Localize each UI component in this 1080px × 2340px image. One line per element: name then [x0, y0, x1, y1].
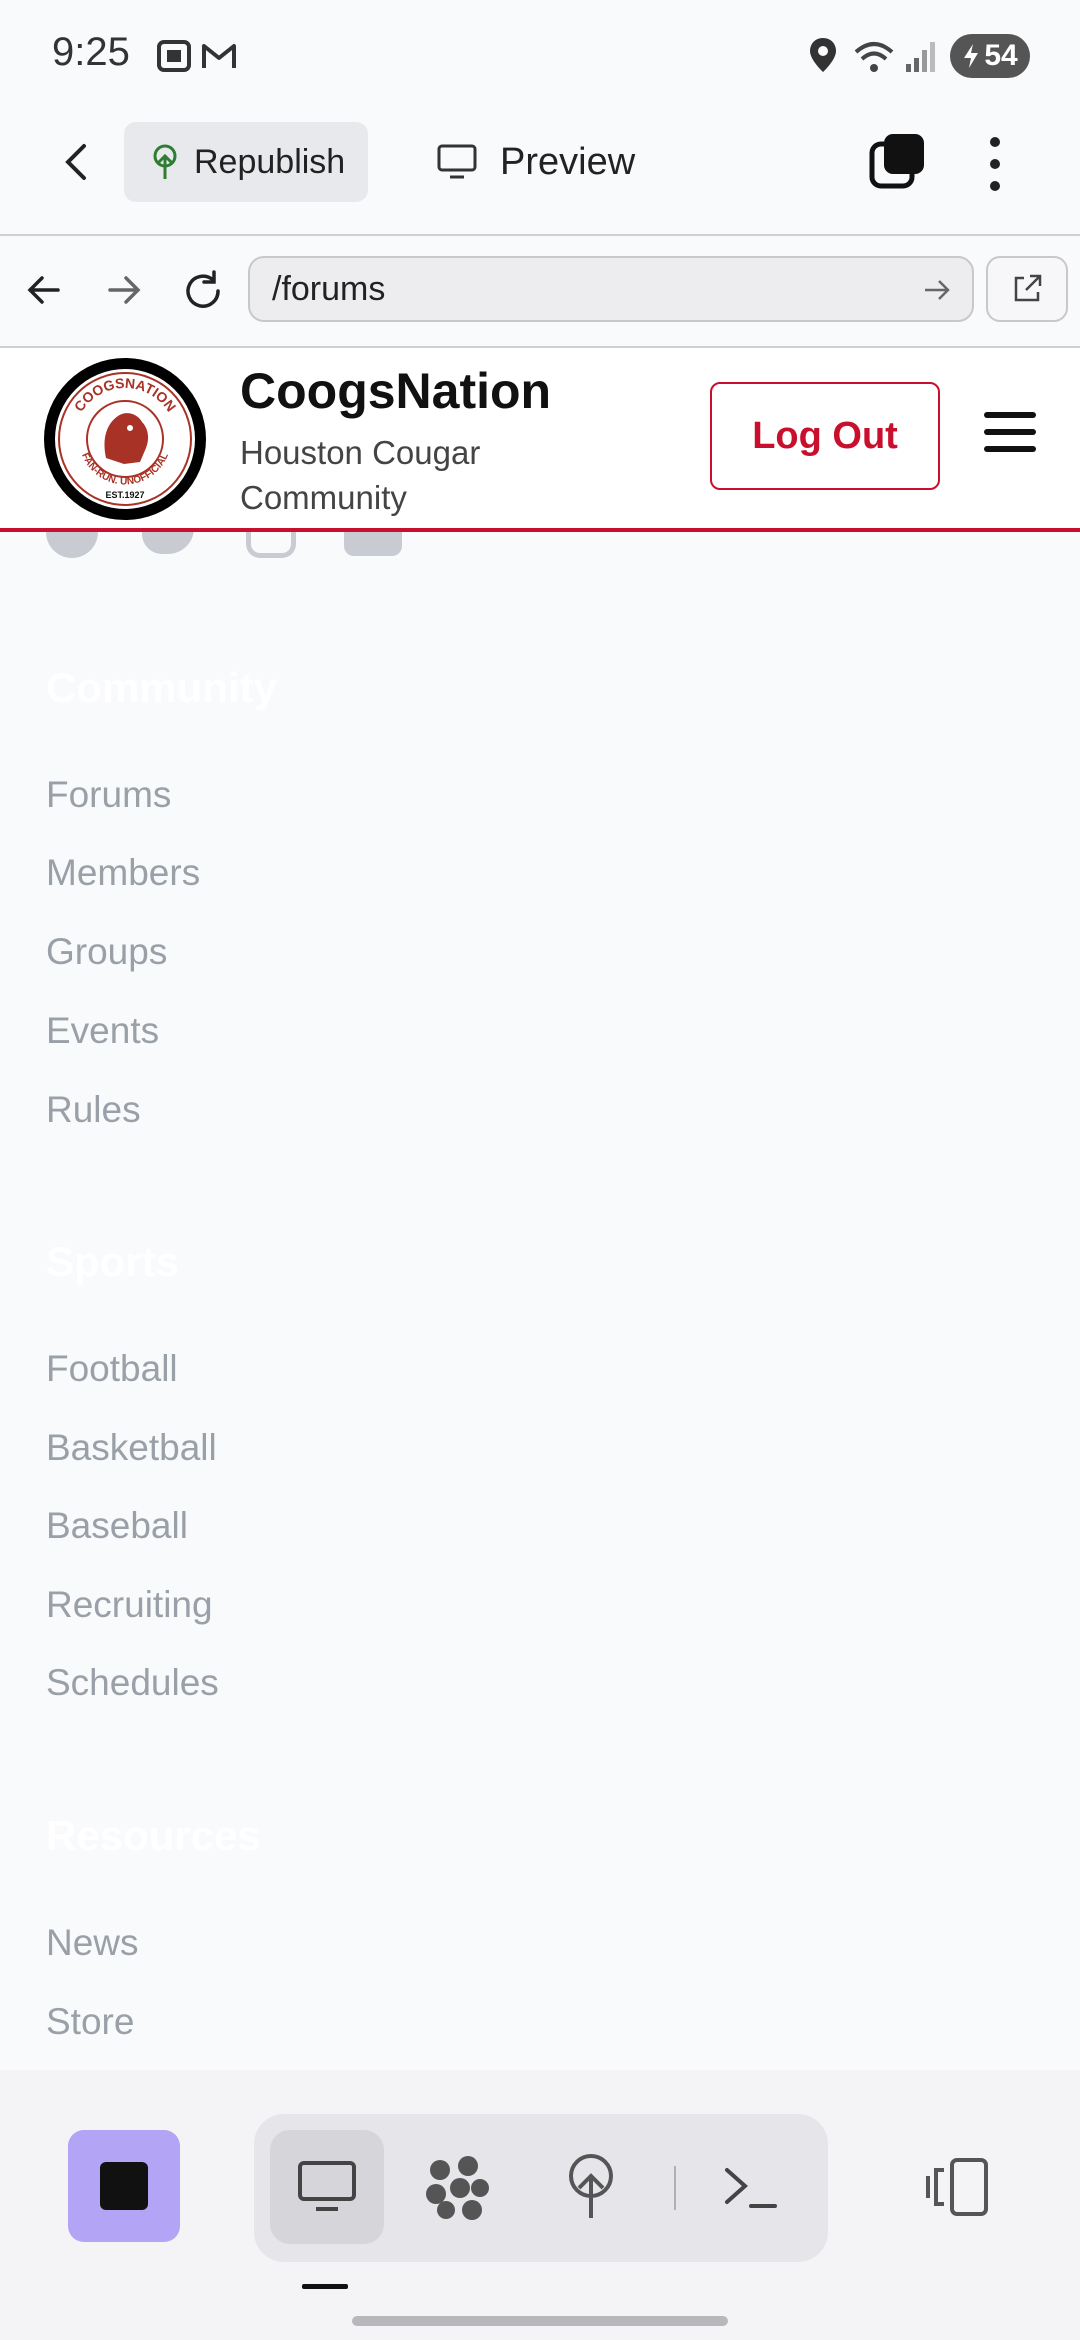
battery-level: 54: [984, 39, 1018, 72]
dock-tool-group: [254, 2114, 828, 2262]
more-vert-icon[interactable]: [980, 134, 1010, 194]
footer-link-members[interactable]: Members: [46, 852, 200, 894]
preview-button[interactable]: Preview: [436, 122, 635, 202]
publish-button[interactable]: [534, 2130, 648, 2244]
cougar-logo-icon: COOGSNATION FAN-RUN. UNOFFICIAL EST.1927: [55, 369, 195, 509]
desktop-icon: [298, 2161, 356, 2211]
antenna-publish-icon: [569, 2154, 613, 2218]
open-external-button[interactable]: [986, 256, 1068, 322]
go-arrow-icon[interactable]: [922, 276, 952, 304]
community-heading: Community: [46, 664, 277, 711]
footer-link-recruiting[interactable]: Recruiting: [46, 1584, 213, 1626]
resources-heading: Resources: [46, 1812, 261, 1859]
nav-forward-icon[interactable]: [104, 270, 144, 310]
logout-button[interactable]: Log Out: [710, 382, 940, 490]
external-link-icon: [1014, 274, 1042, 302]
footer-link-rules[interactable]: Rules: [46, 1089, 141, 1131]
gmail-icon: [202, 44, 236, 68]
browser-url-bar: /forums: [0, 236, 1080, 348]
reload-icon[interactable]: [180, 268, 226, 314]
status-time: 9:25: [52, 30, 130, 74]
site-logo[interactable]: COOGSNATION FAN-RUN. UNOFFICIAL EST.1927: [44, 358, 206, 520]
nav-back-icon[interactable]: [24, 270, 64, 310]
footer-link-news[interactable]: News: [46, 1922, 139, 1964]
footer-link-groups[interactable]: Groups: [46, 931, 167, 973]
footer-link-baseball[interactable]: Baseball: [46, 1505, 188, 1547]
charging-bolt-icon: [964, 44, 979, 68]
url-input[interactable]: /forums: [248, 256, 974, 322]
sports-heading: Sports: [46, 1238, 180, 1285]
footer-link-events[interactable]: Events: [46, 1010, 159, 1052]
home-indicator[interactable]: [352, 2316, 728, 2326]
tabs-icon[interactable]: [868, 132, 928, 192]
battery-indicator: 54: [950, 34, 1030, 78]
app-toolbar: Republish Preview: [0, 110, 1080, 236]
site-footer: Community Forums Members Groups Events R…: [0, 520, 1080, 2070]
terminal-button[interactable]: [694, 2130, 808, 2244]
footer-link-schedules[interactable]: Schedules: [46, 1662, 219, 1704]
republish-button[interactable]: Republish: [124, 122, 368, 202]
active-tab-indicator: [302, 2284, 348, 2289]
logo-est: EST.1927: [105, 490, 144, 500]
desktop-view-button[interactable]: [270, 2130, 384, 2244]
site-tagline: Houston Cougar Community: [240, 434, 481, 516]
antenna-icon: [153, 144, 177, 179]
footer-link-basketball[interactable]: Basketball: [46, 1427, 217, 1469]
site-name[interactable]: CoogsNation: [240, 362, 551, 420]
back-chevron-icon[interactable]: [56, 140, 100, 184]
bottom-dock: [0, 2070, 1080, 2340]
device-toggle-icon[interactable]: [922, 2156, 992, 2218]
republish-label: Republish: [194, 142, 346, 181]
terminal-icon: [725, 2168, 777, 2208]
stop-button[interactable]: [68, 2130, 180, 2242]
footer-link-football[interactable]: Football: [46, 1348, 178, 1390]
site-header: COOGSNATION FAN-RUN. UNOFFICIAL EST.1927…: [0, 348, 1080, 532]
preview-label: Preview: [500, 140, 636, 183]
monitor-icon: [437, 144, 477, 179]
footer-link-store[interactable]: Store: [46, 2001, 134, 2043]
url-text: /forums: [272, 269, 386, 308]
wifi-icon: [854, 42, 894, 72]
network-button[interactable]: [400, 2130, 514, 2244]
screenshot-icon: [157, 40, 191, 72]
status-bar: 9:25 54: [0, 0, 1080, 110]
stop-icon: [100, 2162, 148, 2210]
signal-icon: [906, 42, 935, 72]
cluster-icon: [426, 2156, 489, 2220]
location-icon: [810, 38, 836, 72]
dock-divider: [674, 2166, 676, 2210]
hamburger-menu-icon[interactable]: [984, 412, 1036, 458]
footer-link-forums[interactable]: Forums: [46, 774, 171, 816]
